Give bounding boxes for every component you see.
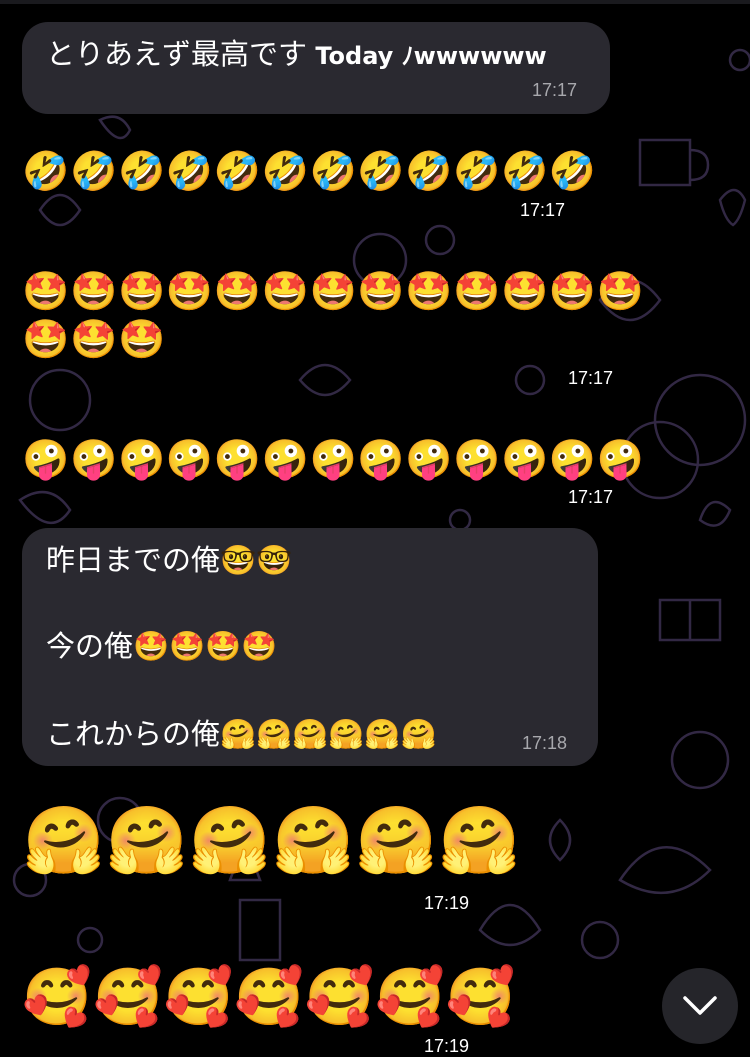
emoji-glyph: 🤪 [165, 437, 214, 481]
emoji-glyph: 🤣 [261, 149, 309, 193]
emoji-glyph: 🤩 [309, 269, 357, 313]
message-text-jp: とりあえず最高です [46, 37, 308, 71]
emoji-glyph: 🤪 [501, 437, 549, 481]
emoji-glyph: 🤩 [357, 269, 405, 313]
emoji-glyph: 🤣 [405, 149, 453, 193]
emoji-glyph: 🤪 [118, 437, 166, 481]
emoji-glyph: 🤪 [309, 437, 357, 481]
emoji-message[interactable]: 🤗🤗🤗🤗🤗🤗 [22, 802, 521, 891]
emoji-message[interactable]: 🥰🥰🥰🥰🥰🥰🥰 [22, 970, 516, 1041]
emoji-glyph: 🥰 [304, 965, 375, 1030]
message-time: 17:17 [520, 200, 566, 220]
emoji-glyph: 🤣 [357, 149, 405, 193]
emoji-glyph: 🤩 [118, 269, 166, 313]
emoji-glyph: 🤗 [355, 802, 438, 879]
emoji-glyph: 🤩 [165, 269, 214, 313]
emoji-glyph: 🤪 [261, 437, 309, 481]
emoji-glyph: 🤪 [357, 437, 405, 481]
scroll-down-button[interactable] [662, 968, 738, 1044]
emoji-glyph: 🤣 [213, 149, 262, 193]
message-time: 17:18 [522, 733, 568, 753]
emoji-glyph: 🥰 [163, 965, 234, 1030]
emoji-glyph: 🤣 [22, 149, 70, 193]
emoji-glyph: 🤣 [501, 149, 549, 193]
emoji-glyph: 🤩 [22, 269, 70, 313]
chevron-down-icon [683, 996, 717, 1015]
emoji-glyph: 🥰 [375, 965, 445, 1030]
emoji-glyph: 🤩 [22, 316, 70, 361]
message-time: 17:17 [568, 487, 614, 507]
message-time: 17:19 [424, 893, 470, 913]
emoji-glyph: 🤩 [261, 269, 309, 313]
emoji-glyph: 🤪 [453, 437, 501, 481]
emoji-glyph: 🤩 [405, 269, 453, 313]
emoji-glyph: 🤗 [188, 802, 271, 879]
emoji-glyph: 🤪 [548, 437, 597, 481]
emoji-message[interactable]: 🤣🤣🤣🤣🤣🤣🤣🤣🤣🤣🤣🤣 [22, 152, 597, 200]
message-bubble[interactable]: とりあえず最高です Today ﾉwwwwww 17:17 [22, 22, 610, 114]
emoji-message[interactable]: 🤪🤪🤪🤪🤪🤪🤪🤪🤪🤪🤪🤪🤪 [22, 440, 644, 488]
emoji-glyph: 🤣 [118, 149, 166, 193]
message-text: とりあえず最高です Today ﾉwwwwww [46, 34, 547, 76]
emoji-glyph: 🤣 [70, 149, 118, 193]
emoji-glyph: 🥰 [234, 965, 304, 1030]
emoji-glyph: 🤣 [548, 149, 597, 193]
emoji-glyph: 🤪 [213, 437, 262, 481]
emoji-glyph: 🤩 [453, 269, 501, 313]
emoji-glyph: 🤩 [118, 316, 166, 361]
message-line: 昨日までの俺🤓🤓 [46, 543, 293, 577]
message-list[interactable]: とりあえず最高です Today ﾉwwwwww 17:17 🤣🤣🤣🤣🤣🤣🤣🤣🤣🤣… [0, 0, 750, 1056]
emoji-glyph: 🤩 [213, 269, 262, 313]
emoji-glyph: 🤪 [596, 437, 645, 481]
emoji-glyph: 🤣 [453, 149, 501, 193]
emoji-glyph: 🤪 [405, 437, 453, 481]
message-time: 17:19 [424, 1036, 470, 1056]
emoji-glyph: 🤩 [70, 316, 118, 361]
emoji-glyph: 🤗 [438, 802, 521, 879]
emoji-glyph: 🤩 [596, 269, 645, 313]
message-time: 17:17 [532, 80, 578, 100]
emoji-glyph: 🥰 [445, 965, 516, 1030]
emoji-glyph: 🤩 [548, 269, 597, 313]
message-bubble[interactable]: 昨日までの俺🤓🤓 今の俺🤩🤩🤩🤩 これからの俺🤗🤗🤗🤗🤗🤗 17:18 [22, 528, 598, 766]
emoji-glyph: 🤩 [501, 269, 549, 313]
emoji-glyph: 🤣 [165, 149, 214, 193]
emoji-glyph: 🤗 [22, 802, 105, 879]
emoji-glyph: 🥰 [22, 965, 93, 1030]
emoji-glyph: 🤪 [22, 437, 70, 481]
message-time: 17:17 [568, 368, 614, 388]
emoji-glyph: 🤩 [70, 269, 118, 313]
emoji-message[interactable]: 🤩🤩🤩🤩🤩🤩🤩🤩🤩🤩🤩🤩🤩 🤩🤩🤩 [22, 272, 644, 368]
message-text-latin: Today ﾉwwwwww [307, 42, 547, 70]
emoji-glyph: 🥰 [92, 965, 163, 1030]
emoji-glyph: 🤣 [309, 149, 357, 193]
emoji-glyph: 🤗 [105, 802, 188, 879]
message-line: 今の俺🤩🤩🤩🤩 [46, 629, 278, 663]
message-line: これからの俺🤗🤗🤗🤗🤗🤗 [46, 717, 437, 751]
emoji-glyph: 🤪 [70, 437, 118, 481]
emoji-glyph: 🤗 [271, 802, 355, 879]
